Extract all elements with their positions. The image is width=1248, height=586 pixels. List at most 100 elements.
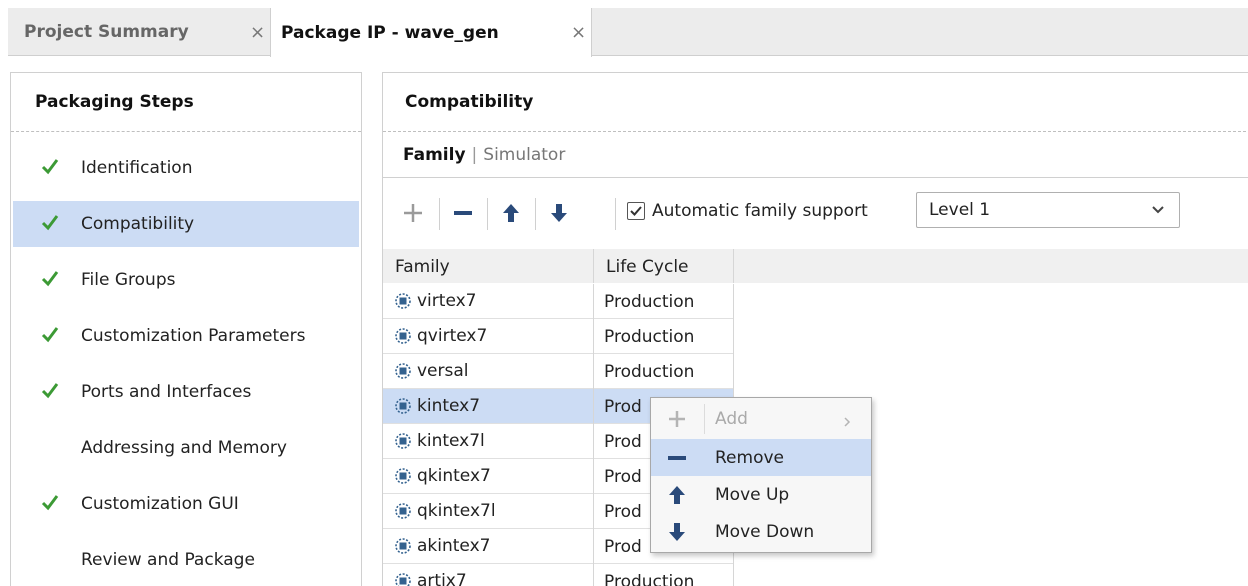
minus-icon: [667, 448, 687, 468]
level-value: Level 1: [929, 200, 991, 220]
step-customization-parameters[interactable]: Customization Parameters: [13, 313, 359, 359]
toolbar-separator: [535, 198, 536, 230]
subtab-simulator[interactable]: Simulator: [483, 145, 565, 165]
menu-separator: [704, 404, 705, 434]
toolbar-separator: [487, 198, 488, 230]
toolbar-separator: [439, 198, 440, 230]
lifecycle-cell: Production: [594, 284, 734, 319]
check-icon: [41, 215, 59, 231]
family-name: akintex7: [417, 536, 491, 556]
menu-item-move-up[interactable]: Move Up: [651, 476, 871, 513]
step-label: File Groups: [81, 270, 176, 290]
step-label: Ports and Interfaces: [81, 382, 252, 402]
family-cell: qkintex7: [383, 459, 594, 494]
step-compatibility[interactable]: Compatibility: [13, 201, 359, 247]
plus-icon: [404, 204, 422, 222]
step-ports-and-interfaces[interactable]: Ports and Interfaces: [13, 369, 359, 415]
automatic-family-support[interactable]: Automatic family support: [627, 201, 868, 221]
step-review-and-package[interactable]: Review and Package: [13, 537, 359, 583]
family-cell: qkintex7l: [383, 494, 594, 529]
step-label: Customization Parameters: [81, 326, 306, 346]
check-icon: [41, 495, 59, 511]
menu-item-label: Remove: [715, 448, 784, 468]
sub-tabs: Family | Simulator: [403, 145, 565, 165]
panel-title: Packaging Steps: [35, 92, 194, 112]
divider: [383, 131, 1248, 132]
automatic-family-label: Automatic family support: [652, 201, 868, 221]
step-file-groups[interactable]: File Groups: [13, 257, 359, 303]
family-cell: kintex7l: [383, 424, 594, 459]
family-name: qkintex7: [417, 466, 491, 486]
family-name: qvirtex7: [417, 326, 488, 346]
checkmark-icon: [630, 206, 642, 216]
level-select[interactable]: Level 1: [916, 192, 1180, 228]
add-button[interactable]: [397, 196, 429, 230]
close-icon[interactable]: ×: [571, 22, 586, 43]
chip-icon: [395, 573, 411, 586]
arrow-down-icon: [667, 522, 687, 542]
remove-button[interactable]: [447, 196, 479, 230]
chip-icon: [395, 363, 411, 379]
chip-icon: [395, 538, 411, 554]
step-customization-gui[interactable]: Customization GUI: [13, 481, 359, 527]
family-name: artix7: [417, 571, 467, 586]
family-cell: artix7: [383, 564, 594, 586]
step-label: Identification: [81, 158, 193, 178]
submenu-arrow-icon: [843, 413, 851, 433]
chip-icon: [395, 398, 411, 414]
menu-item-remove[interactable]: Remove: [651, 439, 871, 476]
automatic-family-checkbox[interactable]: [627, 202, 645, 220]
chip-icon: [395, 328, 411, 344]
family-cell: akintex7: [383, 529, 594, 564]
menu-item-add[interactable]: Add: [651, 400, 871, 437]
check-icon: [41, 271, 59, 287]
step-addressing-and-memory[interactable]: Addressing and Memory: [13, 425, 359, 471]
subtab-separator: |: [471, 145, 478, 165]
toolbar-separator: [615, 198, 616, 230]
move-down-button[interactable]: [543, 196, 575, 230]
subtab-family[interactable]: Family: [403, 145, 466, 165]
divider: [11, 131, 361, 132]
tab-package-ip[interactable]: Package IP - wave_gen ×: [270, 8, 592, 57]
family-name: kintex7l: [417, 431, 485, 451]
table-row[interactable]: versal Production: [383, 354, 734, 389]
tab-project-summary[interactable]: Project Summary ×: [8, 8, 270, 56]
column-header-family[interactable]: Family: [383, 249, 594, 283]
family-name: virtex7: [417, 291, 477, 311]
check-icon: [41, 327, 59, 343]
check-icon: [41, 159, 59, 175]
packaging-steps-panel: Packaging Steps Identification Compatibi…: [10, 72, 362, 586]
family-cell: versal: [383, 354, 594, 389]
menu-item-move-down[interactable]: Move Down: [651, 513, 871, 550]
step-identification[interactable]: Identification: [13, 145, 359, 191]
arrow-up-icon: [503, 204, 519, 222]
step-label: Addressing and Memory: [81, 438, 287, 458]
table-header: Family Life Cycle: [383, 249, 1248, 283]
menu-item-label: Add: [715, 409, 748, 429]
column-header-life-cycle[interactable]: Life Cycle: [594, 249, 734, 283]
close-icon[interactable]: ×: [250, 22, 265, 43]
editor-tab-bar: Project Summary × Package IP - wave_gen …: [0, 0, 1248, 57]
table-row[interactable]: qvirtex7 Production: [383, 319, 734, 354]
plus-icon: [667, 409, 687, 429]
move-up-button[interactable]: [495, 196, 527, 230]
family-cell: kintex7: [383, 389, 594, 424]
family-name: versal: [417, 361, 469, 381]
context-menu: Add Remove Move Up Move Down: [650, 397, 872, 553]
chip-icon: [395, 293, 411, 309]
lifecycle-cell: Production: [594, 564, 734, 586]
table-row[interactable]: virtex7 Production: [383, 284, 734, 319]
toolbar: Automatic family support Level 1: [383, 178, 1248, 248]
minus-icon: [454, 211, 472, 215]
arrow-down-icon: [551, 204, 567, 222]
step-label: Customization GUI: [81, 494, 239, 514]
family-name: qkintex7l: [417, 501, 496, 521]
lifecycle-cell: Production: [594, 354, 734, 389]
chip-icon: [395, 433, 411, 449]
step-label: Review and Package: [81, 550, 255, 570]
table-row[interactable]: artix7 Production: [383, 564, 734, 586]
menu-item-label: Move Down: [715, 522, 815, 542]
panel-title: Compatibility: [405, 92, 534, 112]
tab-label: Package IP - wave_gen: [281, 22, 499, 43]
tab-label: Project Summary: [24, 22, 189, 42]
